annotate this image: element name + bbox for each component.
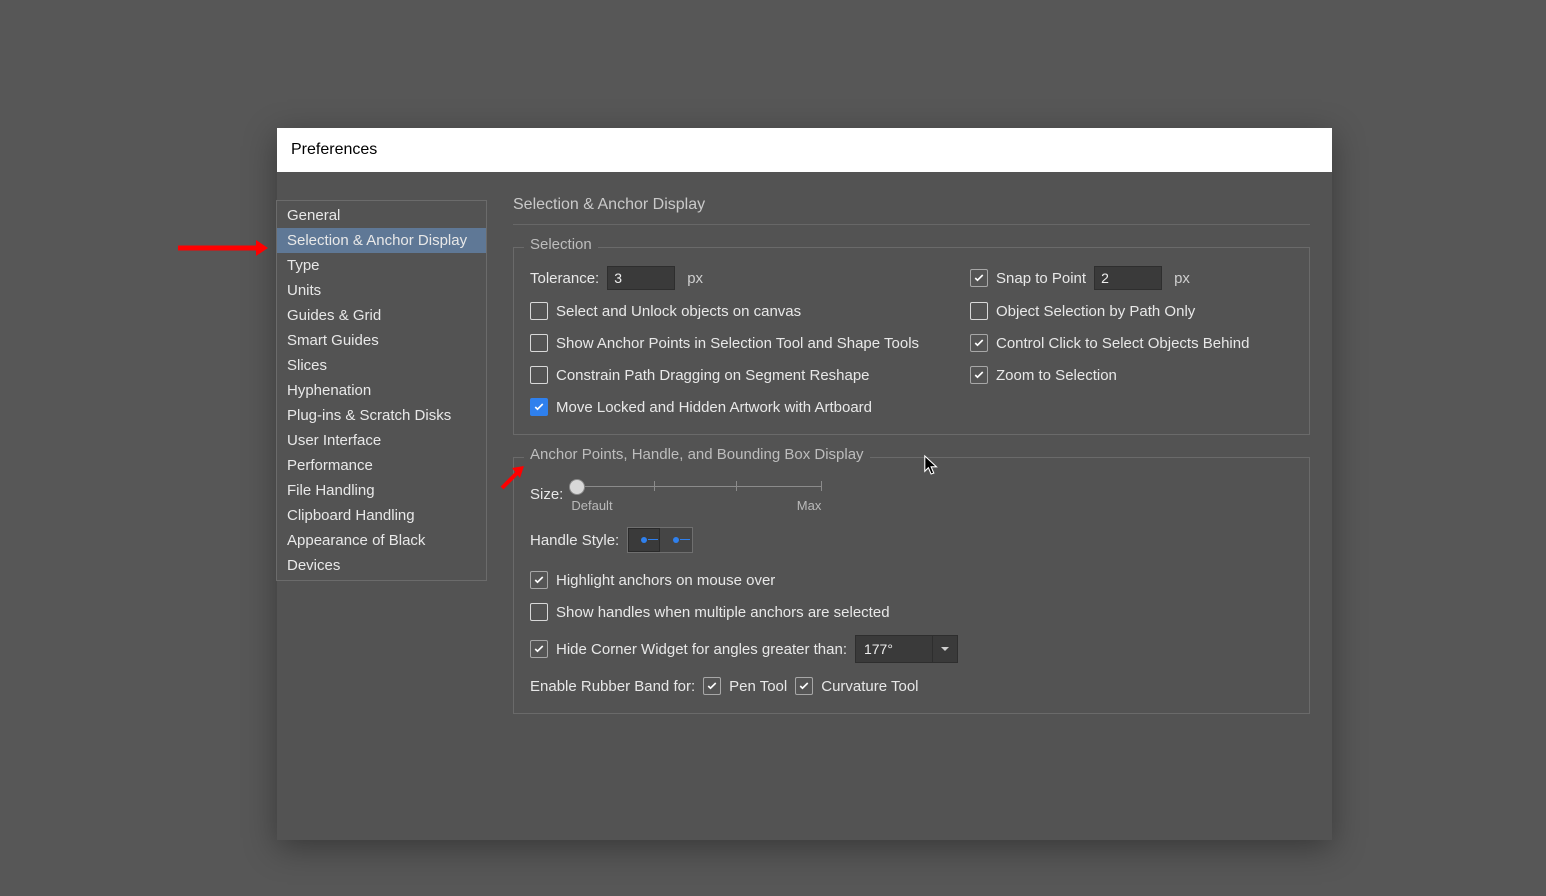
tolerance-unit: px (687, 270, 703, 287)
tolerance-input[interactable] (607, 266, 675, 290)
tolerance-label: Tolerance: (530, 270, 599, 287)
dialog-body: GeneralSelection & Anchor DisplayTypeUni… (277, 172, 1332, 840)
checkbox-label: Show Anchor Points in Selection Tool and… (556, 335, 919, 352)
snap-to-point-label: Snap to Point (996, 270, 1086, 287)
checkbox[interactable] (530, 398, 548, 416)
handle-style-option-1[interactable] (628, 528, 660, 552)
show-handles-row: Show handles when multiple anchors are s… (530, 603, 1293, 621)
annotation-arrow-1 (178, 238, 268, 258)
sidebar-item-general[interactable]: General (277, 203, 486, 228)
selection-group: Selection Tolerance: px Select and Unloc… (513, 247, 1310, 435)
hide-corner-angle-select[interactable] (855, 635, 958, 663)
snap-to-point-unit: px (1174, 270, 1190, 287)
checkbox-row: Move Locked and Hidden Artwork with Artb… (530, 398, 970, 416)
size-slider-thumb[interactable] (569, 479, 585, 495)
size-slider-max-label: Max (797, 498, 822, 513)
sidebar-item-smart-guides[interactable]: Smart Guides (277, 328, 486, 353)
checkbox-label: Select and Unlock objects on canvas (556, 303, 801, 320)
highlight-anchors-row: Highlight anchors on mouse over (530, 571, 1293, 589)
highlight-anchors-checkbox[interactable] (530, 571, 548, 589)
show-handles-checkbox[interactable] (530, 603, 548, 621)
checkbox[interactable] (970, 334, 988, 352)
page-title: Selection & Anchor Display (513, 196, 1310, 214)
rubber-band-row: Enable Rubber Band for: Pen Tool Curvatu… (530, 677, 1293, 695)
sidebar-item-guides-grid[interactable]: Guides & Grid (277, 303, 486, 328)
curvature-tool-label: Curvature Tool (821, 678, 918, 695)
handle-style-row: Handle Style: (530, 527, 1293, 553)
snap-to-point-input[interactable] (1094, 266, 1162, 290)
size-slider[interactable] (571, 476, 821, 496)
chevron-down-icon[interactable] (932, 636, 957, 662)
sidebar-item-appearance-of-black[interactable]: Appearance of Black (277, 528, 486, 553)
checkbox-label: Move Locked and Hidden Artwork with Artb… (556, 399, 872, 416)
checkbox-row: Constrain Path Dragging on Segment Resha… (530, 366, 970, 384)
selection-group-legend: Selection (524, 236, 598, 253)
dialog-title: Preferences (291, 141, 377, 159)
sidebar-item-clipboard-handling[interactable]: Clipboard Handling (277, 503, 486, 528)
checkbox-label: Object Selection by Path Only (996, 303, 1195, 320)
checkbox[interactable] (530, 334, 548, 352)
sidebar-list: GeneralSelection & Anchor DisplayTypeUni… (276, 200, 487, 581)
checkbox-label: Constrain Path Dragging on Segment Resha… (556, 367, 870, 384)
sidebar-item-hyphenation[interactable]: Hyphenation (277, 378, 486, 403)
handle-style-label: Handle Style: (530, 532, 619, 549)
checkbox[interactable] (530, 366, 548, 384)
hide-corner-label: Hide Corner Widget for angles greater th… (556, 641, 847, 658)
sidebar-item-selection-anchor-display[interactable]: Selection & Anchor Display (277, 228, 486, 253)
checkbox[interactable] (970, 302, 988, 320)
hide-corner-angle-input[interactable] (856, 636, 932, 662)
snap-to-point-checkbox[interactable] (970, 269, 988, 287)
checkbox[interactable] (970, 366, 988, 384)
main-panel: Selection & Anchor Display Selection Tol… (487, 172, 1332, 840)
rubber-band-label: Enable Rubber Band for: (530, 678, 695, 695)
checkbox-row: Show Anchor Points in Selection Tool and… (530, 334, 970, 352)
hide-corner-row: Hide Corner Widget for angles greater th… (530, 635, 1293, 663)
size-slider-min-label: Default (571, 498, 612, 513)
highlight-anchors-label: Highlight anchors on mouse over (556, 572, 775, 589)
size-label: Size: (530, 486, 563, 503)
sidebar-item-devices[interactable]: Devices (277, 553, 486, 578)
sidebar-item-performance[interactable]: Performance (277, 453, 486, 478)
pen-tool-checkbox[interactable] (703, 677, 721, 695)
checkbox-row: Control Click to Select Objects Behind (970, 334, 1293, 352)
sidebar-item-slices[interactable]: Slices (277, 353, 486, 378)
pen-tool-label: Pen Tool (729, 678, 787, 695)
dialog-titlebar: Preferences (277, 128, 1332, 172)
checkbox-row: Select and Unlock objects on canvas (530, 302, 970, 320)
anchor-display-group: Anchor Points, Handle, and Bounding Box … (513, 457, 1310, 714)
checkbox[interactable] (530, 302, 548, 320)
sidebar-item-plug-ins-scratch-disks[interactable]: Plug-ins & Scratch Disks (277, 403, 486, 428)
snap-to-point-row: Snap to Point px (970, 266, 1293, 290)
checkbox-label: Zoom to Selection (996, 367, 1117, 384)
sidebar: GeneralSelection & Anchor DisplayTypeUni… (277, 172, 487, 840)
checkbox-row: Zoom to Selection (970, 366, 1293, 384)
curvature-tool-checkbox[interactable] (795, 677, 813, 695)
sidebar-item-file-handling[interactable]: File Handling (277, 478, 486, 503)
handle-style-option-2[interactable] (660, 528, 692, 552)
show-handles-label: Show handles when multiple anchors are s… (556, 604, 890, 621)
checkbox-label: Control Click to Select Objects Behind (996, 335, 1249, 352)
preferences-dialog: Preferences GeneralSelection & Anchor Di… (277, 128, 1332, 840)
sidebar-item-type[interactable]: Type (277, 253, 486, 278)
sidebar-item-user-interface[interactable]: User Interface (277, 428, 486, 453)
hide-corner-checkbox[interactable] (530, 640, 548, 658)
sidebar-item-units[interactable]: Units (277, 278, 486, 303)
tolerance-row: Tolerance: px (530, 266, 970, 290)
divider (513, 224, 1310, 225)
handle-style-toggle (627, 527, 693, 553)
checkbox-row: Object Selection by Path Only (970, 302, 1293, 320)
size-row: Size: Default Max (530, 476, 1293, 513)
anchor-group-legend: Anchor Points, Handle, and Bounding Box … (524, 446, 870, 463)
